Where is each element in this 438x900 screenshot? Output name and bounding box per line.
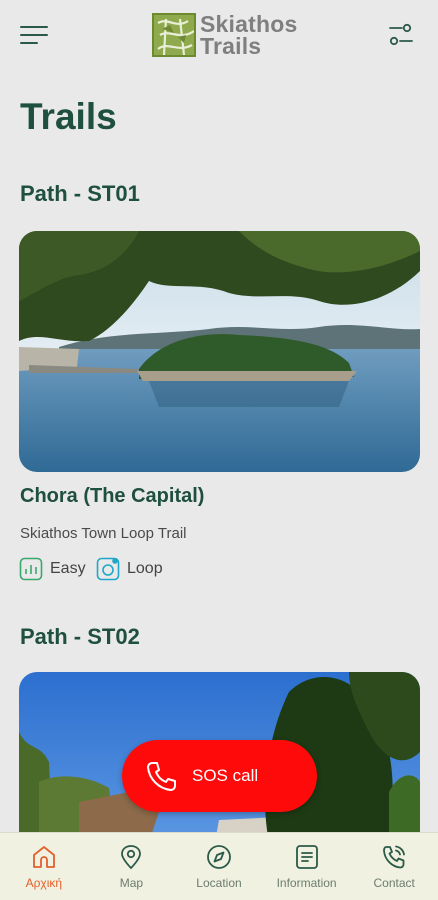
logo-text-line1: Skiathos	[200, 11, 298, 37]
nav-label-contact: Contact	[373, 876, 415, 890]
trail-card-title-st01[interactable]: Chora (The Capital)	[20, 485, 204, 508]
filter-settings-icon[interactable]	[388, 22, 414, 48]
loop-icon	[96, 557, 120, 581]
nav-item-location[interactable]: Location	[175, 833, 263, 900]
logo-mark-icon	[152, 13, 196, 57]
sos-call-button[interactable]: SOS call	[122, 740, 317, 812]
route-type-tag: Loop	[96, 556, 163, 582]
map-pin-icon	[121, 845, 142, 870]
page-title: Trails	[20, 96, 117, 137]
nav-label-home: Αρχική	[25, 876, 63, 890]
app-logo[interactable]: Skiathos Trails	[152, 12, 297, 58]
nav-label-map: Map	[119, 876, 144, 890]
compass-icon	[207, 845, 231, 869]
trail-card-subtitle-st01: Skiathos Town Loop Trail	[20, 525, 187, 542]
home-icon	[32, 846, 55, 868]
section-heading-st01: Path - ST01	[20, 181, 140, 206]
difficulty-bars-icon	[19, 557, 43, 581]
bottom-navigation: Αρχική Map Location Information Contact	[0, 832, 438, 900]
nav-item-contact[interactable]: Contact	[350, 833, 438, 900]
difficulty-tag: Easy	[19, 556, 86, 582]
route-type-label: Loop	[127, 560, 163, 577]
nav-item-information[interactable]: Information	[263, 833, 351, 900]
phone-icon	[147, 762, 176, 791]
document-icon	[295, 845, 318, 869]
sos-call-label: SOS call	[192, 766, 259, 785]
nav-label-information: Information	[276, 876, 337, 890]
logo-text: Skiathos Trails	[200, 11, 298, 59]
app-header: Skiathos Trails	[0, 0, 438, 72]
contact-phone-icon	[383, 845, 406, 869]
trail-card-image-st01[interactable]	[19, 231, 420, 472]
menu-icon[interactable]	[20, 24, 50, 46]
difficulty-label: Easy	[50, 560, 86, 577]
nav-item-home[interactable]: Αρχική	[0, 833, 88, 900]
logo-text-line2: Trails	[200, 33, 262, 59]
section-heading-st02: Path - ST02	[20, 624, 140, 649]
nav-item-map[interactable]: Map	[88, 833, 176, 900]
nav-label-location: Location	[196, 876, 242, 890]
